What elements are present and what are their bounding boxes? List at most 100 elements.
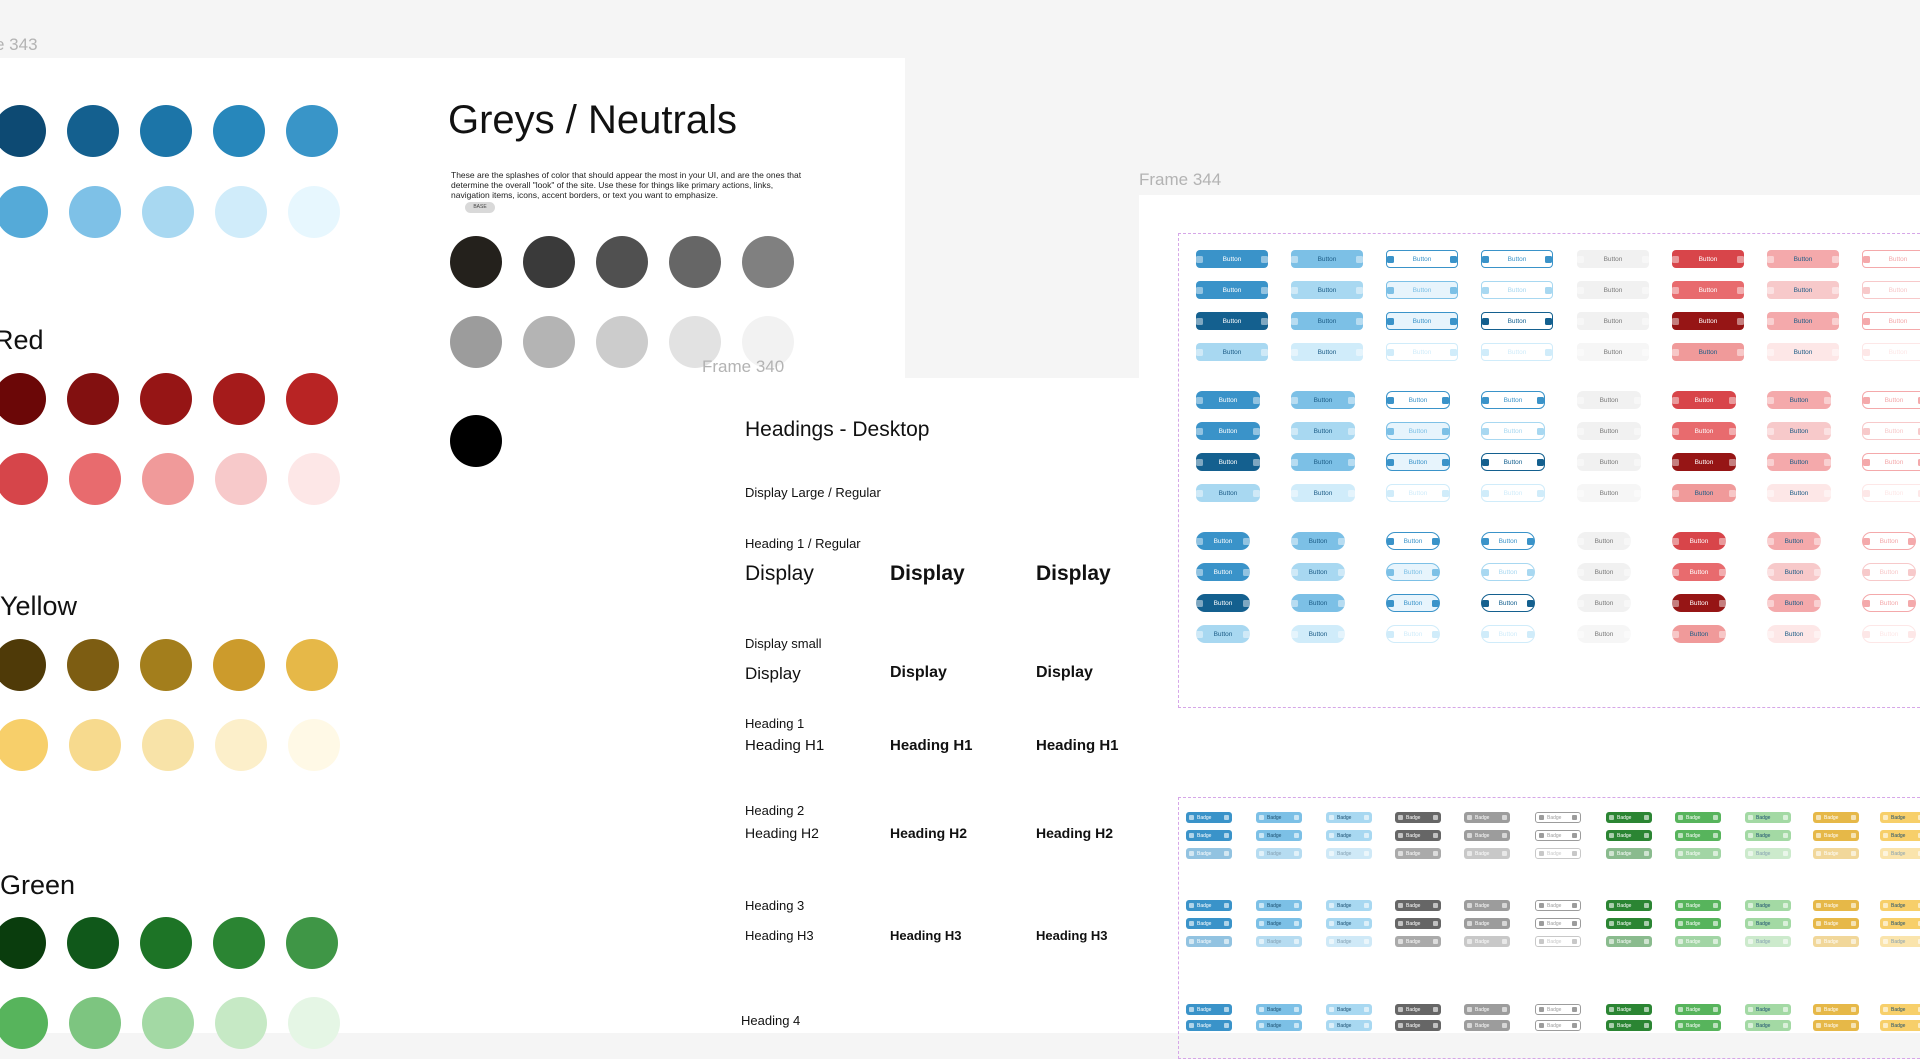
button-sample[interactable]: Button [1386, 532, 1440, 550]
button-sample[interactable]: Button [1481, 563, 1535, 581]
button-sample[interactable]: Button [1672, 625, 1726, 643]
button-sample[interactable]: Button [1291, 563, 1345, 581]
button-sample[interactable]: Button [1386, 281, 1458, 299]
button-sample[interactable]: Button [1386, 625, 1440, 643]
button-sample[interactable]: Button [1577, 312, 1649, 330]
badge-label: Badge [1406, 1022, 1421, 1029]
button-sample[interactable]: Button [1196, 625, 1250, 643]
button-sample[interactable]: Button [1291, 484, 1355, 502]
button-sample[interactable]: Button [1672, 422, 1736, 440]
button-sample[interactable]: Button [1767, 625, 1821, 643]
button-sample[interactable]: Button [1577, 343, 1649, 361]
button-sample[interactable]: Button [1386, 343, 1458, 361]
button-sample[interactable]: Button [1481, 312, 1553, 330]
button-sample[interactable]: Button [1862, 453, 1920, 471]
button-sample[interactable]: Button [1672, 453, 1736, 471]
button-sample[interactable]: Button [1386, 484, 1450, 502]
button-sample[interactable]: Button [1862, 625, 1916, 643]
button-sample[interactable]: Button [1386, 250, 1458, 268]
button-sample[interactable]: Button [1481, 532, 1535, 550]
button-sample[interactable]: Button [1196, 484, 1260, 502]
button-sample[interactable]: Button [1386, 594, 1440, 612]
button-sample[interactable]: Button [1196, 250, 1268, 268]
button-sample[interactable]: Button [1672, 391, 1736, 409]
button-sample[interactable]: Button [1767, 250, 1839, 268]
button-sample[interactable]: Button [1291, 532, 1345, 550]
button-sample[interactable]: Button [1386, 312, 1458, 330]
button-label: Button [1507, 348, 1527, 356]
button-sample[interactable]: Button [1577, 281, 1649, 299]
button-sample[interactable]: Button [1672, 281, 1744, 299]
button-sample[interactable]: Button [1386, 422, 1450, 440]
button-sample[interactable]: Button [1767, 594, 1821, 612]
button-sample[interactable]: Button [1577, 625, 1631, 643]
badge-label: Badge [1337, 832, 1352, 839]
button-sample[interactable]: Button [1767, 484, 1831, 502]
button-sample[interactable]: Button [1862, 281, 1920, 299]
button-sample[interactable]: Button [1291, 281, 1363, 299]
button-sample[interactable]: Button [1481, 422, 1545, 440]
button-sample[interactable]: Button [1577, 594, 1631, 612]
button-sample[interactable]: Button [1862, 312, 1920, 330]
button-sample[interactable]: Button [1767, 312, 1839, 330]
button-sample[interactable]: Button [1481, 453, 1545, 471]
button-sample[interactable]: Button [1386, 453, 1450, 471]
button-sample[interactable]: Button [1291, 343, 1363, 361]
button-sample[interactable]: Button [1196, 594, 1250, 612]
button-sample[interactable]: Button [1862, 250, 1920, 268]
button-sample[interactable]: Button [1862, 391, 1920, 409]
button-sample[interactable]: Button [1672, 312, 1744, 330]
button-sample[interactable]: Button [1481, 484, 1545, 502]
button-sample[interactable]: Button [1196, 391, 1260, 409]
button-sample[interactable]: Button [1767, 453, 1831, 471]
button-sample[interactable]: Button [1767, 532, 1821, 550]
button-sample[interactable]: Button [1672, 563, 1726, 581]
button-sample[interactable]: Button [1291, 453, 1355, 471]
button-sample[interactable]: Button [1767, 343, 1839, 361]
button-sample[interactable]: Button [1862, 563, 1916, 581]
button-sample[interactable]: Button [1767, 563, 1821, 581]
button-sample[interactable]: Button [1672, 594, 1726, 612]
button-sample[interactable]: Button [1386, 563, 1440, 581]
button-sample[interactable]: Button [1577, 484, 1641, 502]
button-sample[interactable]: Button [1291, 312, 1363, 330]
button-sample[interactable]: Button [1862, 532, 1916, 550]
button-sample[interactable]: Button [1862, 343, 1920, 361]
button-sample[interactable]: Button [1196, 422, 1260, 440]
button-sample[interactable]: Button [1196, 563, 1250, 581]
button-sample[interactable]: Button [1767, 422, 1831, 440]
button-sample[interactable]: Button [1577, 532, 1631, 550]
button-sample[interactable]: Button [1577, 422, 1641, 440]
button-sample[interactable]: Button [1196, 281, 1268, 299]
button-sample[interactable]: Button [1862, 594, 1916, 612]
button-sample[interactable]: Button [1577, 250, 1649, 268]
button-sample[interactable]: Button [1577, 563, 1631, 581]
button-square-icon [1291, 458, 1298, 466]
button-sample[interactable]: Button [1291, 391, 1355, 409]
button-sample[interactable]: Button [1481, 250, 1553, 268]
button-sample[interactable]: Button [1767, 281, 1839, 299]
button-sample[interactable]: Button [1196, 312, 1268, 330]
button-sample[interactable]: Button [1291, 422, 1355, 440]
button-sample[interactable]: Button [1862, 422, 1920, 440]
button-sample[interactable]: Button [1196, 453, 1260, 471]
button-sample[interactable]: Button [1481, 281, 1553, 299]
button-sample[interactable]: Button [1672, 343, 1744, 361]
button-sample[interactable]: Button [1672, 484, 1736, 502]
button-sample[interactable]: Button [1196, 532, 1250, 550]
button-sample[interactable]: Button [1672, 250, 1744, 268]
button-sample[interactable]: Button [1291, 250, 1363, 268]
button-sample[interactable]: Button [1481, 625, 1535, 643]
button-sample[interactable]: Button [1481, 594, 1535, 612]
button-sample[interactable]: Button [1862, 484, 1920, 502]
button-sample[interactable]: Button [1291, 625, 1345, 643]
button-sample[interactable]: Button [1577, 453, 1641, 471]
button-sample[interactable]: Button [1767, 391, 1831, 409]
button-sample[interactable]: Button [1386, 391, 1450, 409]
button-sample[interactable]: Button [1481, 391, 1545, 409]
button-sample[interactable]: Button [1577, 391, 1641, 409]
button-sample[interactable]: Button [1481, 343, 1553, 361]
button-sample[interactable]: Button [1196, 343, 1268, 361]
button-sample[interactable]: Button [1291, 594, 1345, 612]
button-sample[interactable]: Button [1672, 532, 1726, 550]
